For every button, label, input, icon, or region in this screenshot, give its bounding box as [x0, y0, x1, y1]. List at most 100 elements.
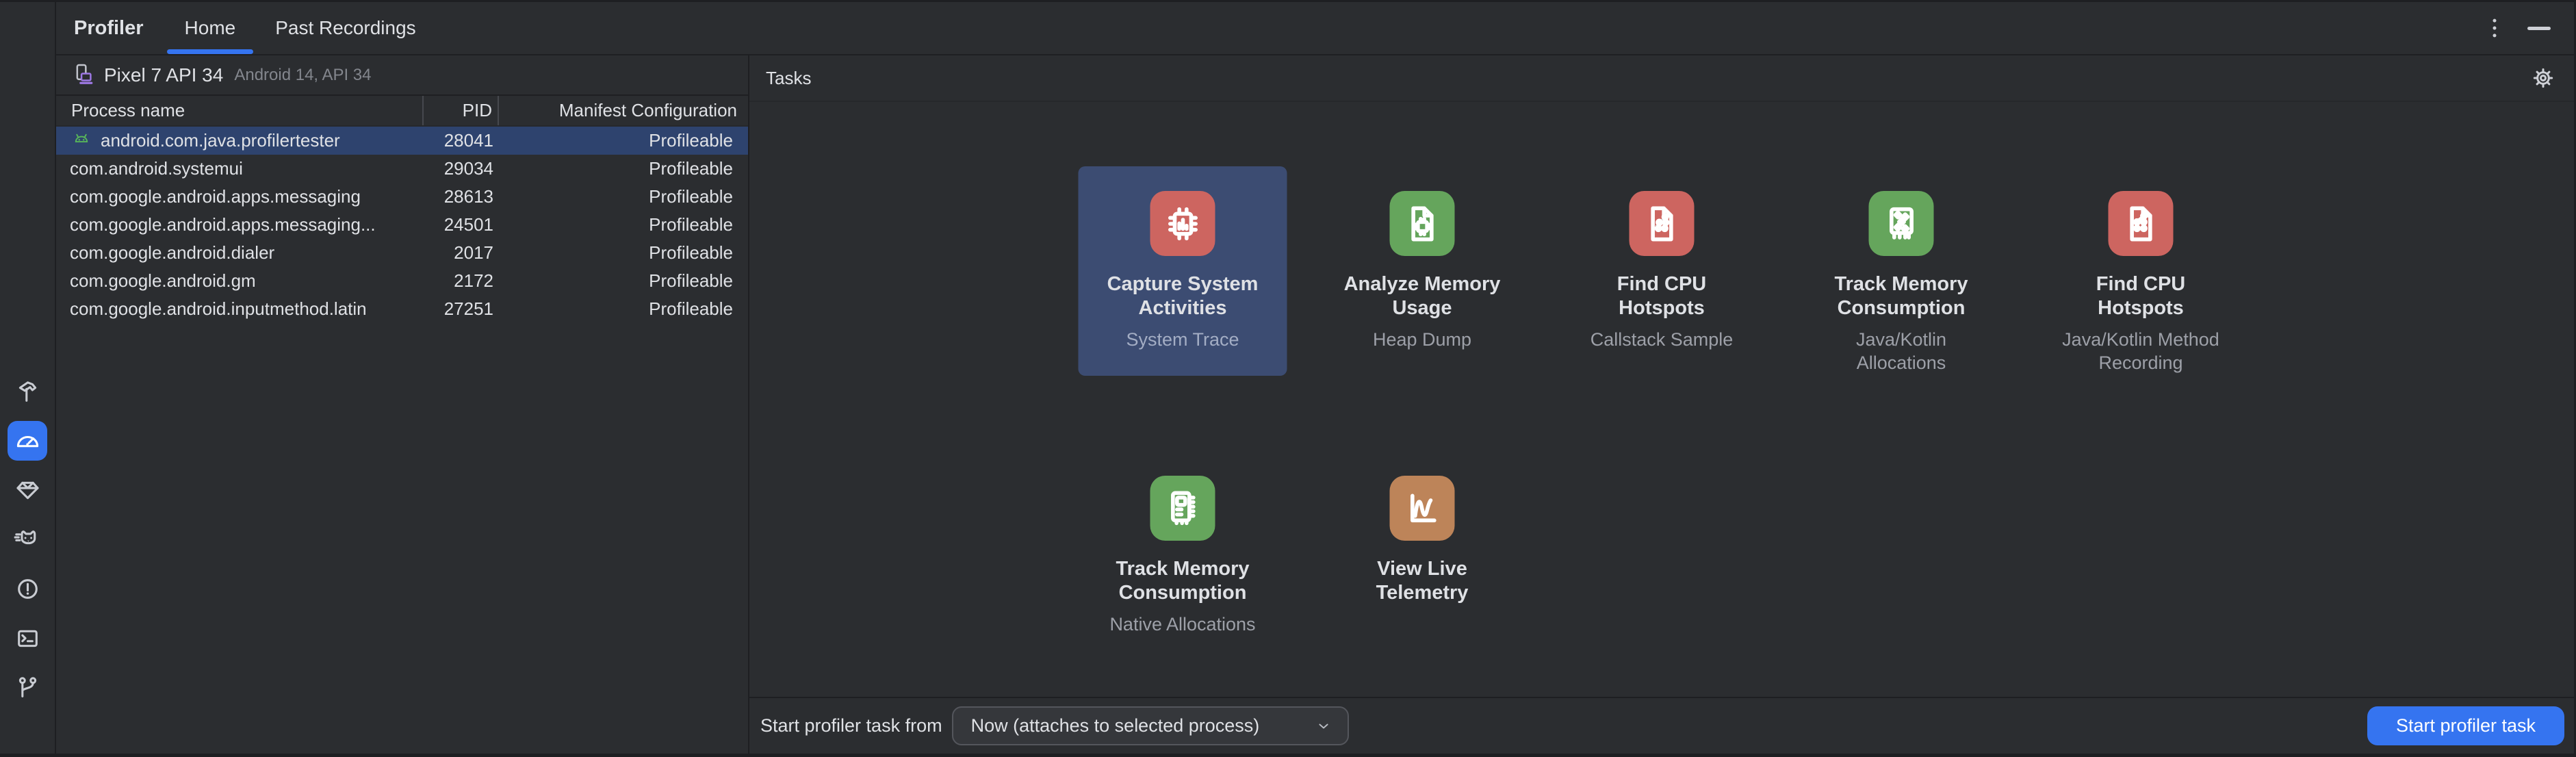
task-card-title: Track Memory Consumption	[1834, 273, 1968, 320]
task-card-native-allocations[interactable]: Track Memory Consumption Native Allocati…	[1079, 451, 1287, 660]
sidebar-item-profiler[interactable]	[8, 421, 47, 461]
device-icon	[76, 64, 93, 84]
tab-home[interactable]: Home	[166, 2, 253, 54]
device-bar[interactable]: Pixel 7 API 34 Android 14, API 34	[56, 55, 748, 96]
tab-past-recordings[interactable]: Past Recordings	[272, 2, 418, 54]
task-card-subtitle: Callstack Sample	[1590, 329, 1734, 350]
process-pid-cell: 2172	[454, 270, 493, 291]
column-header-process-name[interactable]: Process name	[56, 96, 424, 125]
sidebar-item-icon	[17, 578, 38, 599]
column-header-pid[interactable]: PID	[424, 96, 499, 125]
tasks-header: Tasks	[749, 55, 2574, 102]
task-card-system-trace[interactable]: Capture System Activities System Trace	[1078, 166, 1287, 376]
task-card-subtitle: System Trace	[1126, 329, 1239, 350]
process-pid-cell: 28613	[443, 186, 493, 207]
process-panel: Pixel 7 API 34 Android 14, API 34 Proces…	[56, 55, 749, 754]
gear-icon[interactable]	[2529, 64, 2558, 92]
process-manifest-cell: Profileable	[649, 186, 733, 207]
task-card-icon	[2129, 206, 2152, 241]
tab-label: Home	[184, 17, 236, 38]
process-manifest-cell: Profileable	[649, 298, 733, 319]
task-card-icon-tile	[1150, 476, 1215, 541]
process-row-systemui[interactable]: com.android.systemui 29034 Profileable	[56, 155, 748, 183]
start-from-label: Start profiler task from	[760, 715, 942, 736]
main-split: Pixel 7 API 34 Android 14, API 34 Proces…	[56, 55, 2574, 754]
sidebar-item-problems[interactable]	[8, 569, 47, 608]
process-row-dialer[interactable]: com.google.android.dialer 2017 Profileab…	[56, 239, 748, 267]
process-name-cell: com.google.android.gm	[70, 270, 256, 291]
sidebar-item-icon	[14, 530, 36, 544]
task-card-icon	[1170, 491, 1196, 525]
process-pid-cell: 27251	[443, 298, 493, 319]
task-card-grid: Capture System Activities System Trace A…	[1078, 166, 2245, 660]
tasks-body: Capture System Activities System Trace A…	[749, 102, 2574, 697]
start-from-dropdown-value: Now (attaches to selected process)	[970, 715, 1260, 736]
task-card-live-telemetry[interactable]: View Live Telemetry	[1318, 451, 1527, 660]
minimize-icon[interactable]	[2527, 26, 2551, 30]
tasks-title: Tasks	[766, 67, 812, 88]
task-card-title: Capture System Activities	[1107, 273, 1259, 320]
task-card-icon	[1410, 493, 1437, 522]
task-card-subtitle: Java/Kotlin Method Recording	[2062, 329, 2219, 374]
sidebar-item-icon	[18, 381, 36, 402]
process-name-cell: com.google.android.inputmethod.latin	[70, 298, 367, 319]
task-card-subtitle: Native Allocations	[1109, 613, 1256, 634]
more-options-icon[interactable]	[2481, 14, 2508, 42]
process-pid-cell: 29034	[443, 158, 493, 179]
sidebar-item-logcat[interactable]	[8, 519, 47, 559]
sidebar-item-icon	[18, 676, 36, 697]
content-area: Profiler Home Past Recordings Pixel 7 AP…	[56, 2, 2574, 754]
process-row-inputmethod-latin[interactable]: com.google.android.inputmethod.latin 272…	[56, 295, 748, 323]
column-header-manifest-configuration[interactable]: Manifest Configuration	[499, 96, 748, 125]
process-table-rows: android.com.java.profilertester 28041 Pr…	[56, 127, 748, 754]
task-card-icon-tile	[1389, 191, 1455, 256]
profiler-tool-window: Profiler Home Past Recordings Pixel 7 AP…	[0, 0, 2576, 757]
process-name-cell: com.google.android.dialer	[70, 242, 275, 263]
start-profiler-task-button[interactable]: Start profiler task	[2367, 706, 2564, 745]
task-card-icon	[1889, 207, 1914, 240]
task-card-icon-tile	[1150, 191, 1215, 256]
process-name-cell: com.google.android.apps.messaging...	[70, 214, 376, 235]
process-manifest-cell: Profileable	[649, 130, 733, 151]
task-card-method-recording[interactable]: Find CPU Hotspots Java/Kotlin Method Rec…	[2037, 166, 2245, 376]
process-row-messaging-2[interactable]: com.google.android.apps.messaging... 245…	[56, 211, 748, 239]
tasks-panel: Tasks Capture System Activities System T…	[749, 55, 2574, 754]
device-details: Android 14, API 34	[234, 65, 372, 84]
sidebar-item-terminal[interactable]	[8, 618, 47, 658]
tab-bar: Profiler Home Past Recordings	[56, 2, 2574, 55]
process-row-gm[interactable]: com.google.android.gm 2172 Profileable	[56, 267, 748, 295]
process-name-cell: android.com.java.profilertester	[56, 129, 424, 153]
sidebar-item-version-control[interactable]	[8, 667, 47, 707]
task-card-title: Find CPU Hotspots	[1617, 273, 1707, 320]
task-card-icon-tile	[1629, 191, 1695, 256]
tasks-footer: Start profiler task from Now (attaches t…	[749, 697, 2574, 754]
process-row-profilertester[interactable]: android.com.java.profilertester 28041 Pr…	[56, 127, 748, 155]
process-row-messaging[interactable]: com.google.android.apps.messaging 28613 …	[56, 183, 748, 211]
sidebar-item-icon	[17, 630, 38, 647]
task-card-title: Track Memory Consumption	[1116, 558, 1250, 604]
task-card-icon	[1411, 206, 1434, 241]
tab-label: Past Recordings	[275, 17, 416, 38]
sidebar-item-build[interactable]	[8, 372, 47, 411]
process-manifest-cell: Profileable	[649, 270, 733, 291]
process-table-header: Process name PID Manifest Configuration	[56, 96, 748, 127]
task-card-heap-dump[interactable]: Analyze Memory Usage Heap Dump	[1318, 166, 1527, 376]
sidebar-item-icon	[16, 481, 39, 499]
task-card-callstack-sample[interactable]: Find CPU Hotspots Callstack Sample	[1558, 166, 1766, 376]
task-card-title: View Live Telemetry	[1376, 558, 1469, 604]
sidebar-item-app-quality-insights[interactable]	[8, 470, 47, 510]
task-card-icon	[1168, 207, 1198, 240]
process-manifest-cell: Profileable	[649, 242, 733, 263]
task-card-java-kotlin-allocations[interactable]: Track Memory Consumption Java/Kotlin All…	[1797, 166, 2006, 376]
page-title: Profiler	[74, 16, 144, 39]
process-pid-cell: 28041	[443, 130, 493, 151]
task-card-title: Find CPU Hotspots	[2096, 273, 2186, 320]
android-robot-icon	[75, 133, 88, 142]
process-pid-cell: 2017	[454, 242, 493, 263]
process-name-cell: com.android.systemui	[70, 158, 243, 179]
task-card-icon	[1650, 206, 1673, 241]
chevron-down-icon	[1319, 723, 1328, 728]
process-manifest-cell: Profileable	[649, 158, 733, 179]
process-pid-cell: 24501	[443, 214, 493, 235]
start-from-dropdown[interactable]: Now (attaches to selected process)	[951, 706, 1349, 745]
